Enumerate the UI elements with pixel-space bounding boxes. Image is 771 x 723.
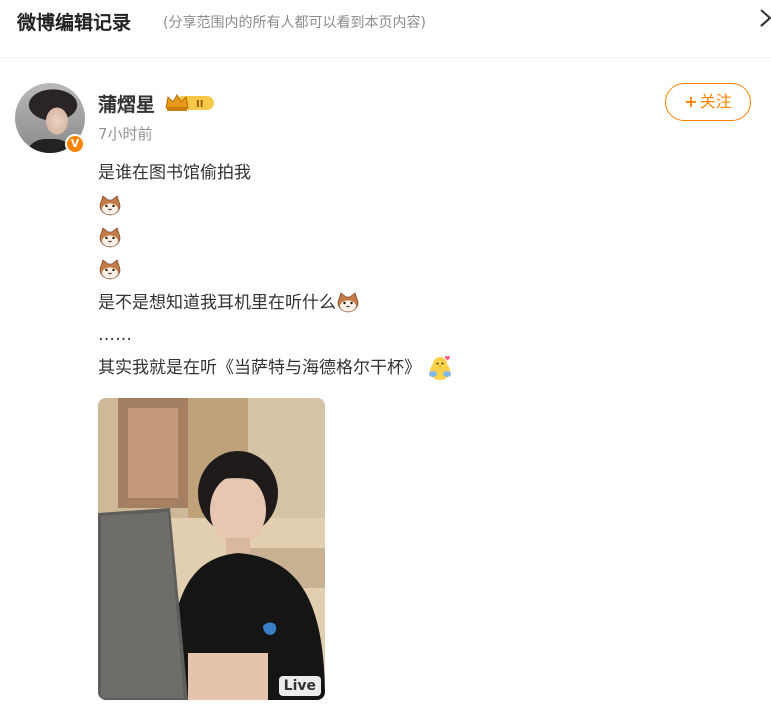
edit-history-header: 微博编辑记录 (分享范围内的所有人都可以看到本页内容) [0, 0, 771, 42]
header-divider [0, 57, 771, 58]
cat-face-emoji-icon [99, 195, 121, 216]
follow-button[interactable]: + 关注 [665, 83, 751, 121]
live-photo-badge[interactable]: Live [278, 676, 321, 696]
close-icon[interactable] [759, 6, 771, 30]
author-name[interactable]: 蒲熠星 [98, 90, 155, 117]
post-text: 是不是想知道我耳机里在听什么 [98, 293, 336, 313]
page-subtitle: (分享范围内的所有人都可以看到本页内容) [163, 15, 426, 31]
vip-crown-icon[interactable]: II [164, 92, 216, 114]
follow-label: 关注 [699, 92, 732, 111]
verified-badge: V [65, 134, 85, 154]
post-text-line: …… [98, 325, 132, 345]
post-text: 其实我就是在听《当萨特与海德格尔干杯》 [98, 358, 421, 378]
emoji-line [98, 226, 122, 250]
emoji-line [98, 258, 122, 282]
hugging-chick-emoji-icon [429, 355, 451, 380]
photo-illustration [98, 398, 325, 700]
page-title: 微博编辑记录 [17, 12, 132, 34]
emoji-line [98, 194, 122, 218]
post-text-line: 是谁在图书馆偷拍我 [98, 163, 251, 183]
post-text-line: 其实我就是在听《当萨特与海德格尔干杯》 [98, 355, 453, 381]
post-photo[interactable]: Live [98, 398, 325, 700]
post-time[interactable]: 7小时前 [98, 123, 153, 144]
post-text-line: 是不是想知道我耳机里在听什么 [98, 291, 360, 315]
cat-face-emoji-icon [337, 292, 359, 313]
cat-face-emoji-icon [99, 259, 121, 280]
plus-icon: + [684, 92, 698, 111]
cat-face-emoji-icon [99, 227, 121, 248]
vip-level-text: II [196, 99, 203, 110]
